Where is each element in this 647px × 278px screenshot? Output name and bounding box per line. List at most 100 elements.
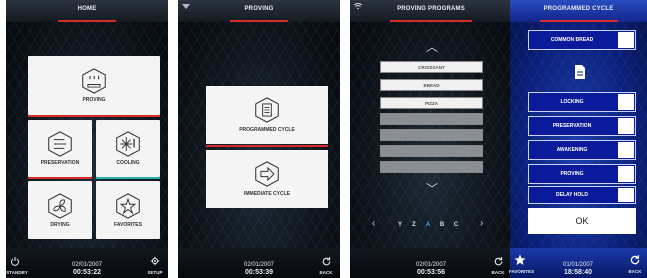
list-item[interactable]: BREAD xyxy=(380,79,483,91)
header-bar: PROGRAMMED CYCLE xyxy=(510,0,647,22)
wifi-icon xyxy=(353,3,363,10)
preservation-color-bar xyxy=(28,177,92,179)
program-name: COMMON BREAD xyxy=(550,37,594,43)
list-item[interactable]: PIZZA xyxy=(380,97,483,109)
phase-row-preservation[interactable]: PRESERVATION xyxy=(528,116,636,136)
star-icon[interactable] xyxy=(514,254,526,266)
document-icon xyxy=(575,65,585,79)
title-underline xyxy=(230,20,288,22)
back-icon[interactable] xyxy=(629,254,641,266)
phase-label: AWAKENING xyxy=(556,147,588,153)
screen-title: PROVING PROGRAMS xyxy=(397,6,465,12)
list-item-empty[interactable] xyxy=(380,129,483,141)
cooling-color-bar xyxy=(96,177,160,179)
date-text: 01/01/2007 xyxy=(562,262,594,268)
preservation-icon xyxy=(48,131,72,157)
screen-title: HOME xyxy=(77,6,97,12)
title-underline xyxy=(58,20,116,22)
time-text: 00:53:56 xyxy=(416,269,446,276)
tile-preservation[interactable]: PRESERVATION xyxy=(28,120,92,177)
time-text: 00:53:39 xyxy=(244,269,274,276)
phase-row-delay-hold[interactable]: DELAY HOLD xyxy=(528,186,636,204)
list-item[interactable]: CROISSANT xyxy=(380,61,483,73)
tile-drying-label: DRYING xyxy=(50,221,70,228)
home-screen: HOME PROVING PRESERVATION COOLING DRYING xyxy=(6,0,168,278)
programmed-cycle-label: PROGRAMMED CYCLE xyxy=(239,127,295,133)
fan-icon xyxy=(48,192,72,219)
time-text: 00:53:22 xyxy=(72,269,102,276)
star-icon xyxy=(116,192,140,219)
list-item-empty[interactable] xyxy=(380,161,483,173)
screen-title: PROVING xyxy=(244,6,274,12)
phase-row-awakening[interactable]: AWAKENING xyxy=(528,140,636,160)
programmed-cycle-button[interactable]: PROGRAMMED CYCLE xyxy=(206,86,328,144)
program-name: PIZZA xyxy=(425,100,438,106)
immediate-cycle-button[interactable]: IMMEDIATE CYCLE xyxy=(206,150,328,208)
back-icon[interactable] xyxy=(493,256,504,267)
wifi-icon xyxy=(182,4,190,9)
setup-label[interactable]: SETUP xyxy=(144,270,166,275)
datetime: 02/01/2007 00:53:22 xyxy=(62,262,112,276)
letter-button[interactable]: B xyxy=(436,222,448,228)
phase-row-locking[interactable]: LOCKING xyxy=(528,92,636,112)
date-text: 02/01/2007 xyxy=(243,262,275,268)
checkbox[interactable] xyxy=(618,188,634,202)
date-text: 02/01/2007 xyxy=(415,262,447,268)
program-name: CROISSANT xyxy=(418,64,445,70)
datetime: 02/01/2007 00:53:56 xyxy=(406,262,456,276)
datetime: 02/01/2007 00:53:39 xyxy=(234,262,284,276)
back-label[interactable]: BACK xyxy=(624,269,646,274)
screen-title: PROGRAMMED CYCLE xyxy=(543,6,614,12)
tile-drying[interactable]: DRYING xyxy=(28,181,92,239)
header-bar: PROVING xyxy=(178,0,340,22)
phase-label: PROVING xyxy=(560,171,584,177)
gear-icon[interactable] xyxy=(150,256,160,266)
tile-favorites-label: FAVORITES xyxy=(114,221,142,228)
snowflake-icon xyxy=(116,131,140,157)
tile-proving-label: PROVING xyxy=(82,97,106,103)
back-label[interactable]: BACK xyxy=(315,270,337,275)
time-text: 18:58:40 xyxy=(563,269,593,276)
tile-proving[interactable]: PROVING xyxy=(28,56,160,115)
back-label[interactable]: BACK xyxy=(487,270,509,275)
list-item-empty[interactable] xyxy=(380,113,483,125)
ok-button[interactable]: OK xyxy=(528,208,636,234)
checkbox[interactable] xyxy=(618,142,634,158)
checkbox[interactable] xyxy=(618,166,634,182)
scroll-up-icon[interactable]: ︿ xyxy=(426,38,438,55)
datetime: 01/01/2007 18:58:40 xyxy=(553,262,603,276)
checkbox[interactable] xyxy=(618,94,634,110)
immediate-cycle-label: IMMEDIATE CYCLE xyxy=(243,191,291,197)
letter-button[interactable]: Z xyxy=(408,222,420,228)
tile-cooling-label: COOLING xyxy=(116,160,140,166)
title-underline xyxy=(390,20,472,22)
proving-color-bar xyxy=(28,115,160,117)
phase-label: PRESERVATION xyxy=(552,123,592,129)
letter-button[interactable]: Y xyxy=(394,222,406,228)
phase-row-proving[interactable]: PROVING xyxy=(528,164,636,184)
scroll-down-icon[interactable]: ﹀ xyxy=(426,180,438,197)
chevron-right-icon[interactable]: › xyxy=(480,218,483,229)
chevron-left-icon[interactable]: ‹ xyxy=(372,218,375,229)
title-underline xyxy=(540,20,618,22)
checkbox[interactable] xyxy=(618,118,634,134)
favorites-label[interactable]: FAVORITES xyxy=(509,269,534,274)
letter-button-selected[interactable]: A xyxy=(422,222,434,228)
program-name: BREAD xyxy=(423,82,440,88)
tile-preservation-label: PRESERVATION xyxy=(40,160,80,166)
checklist-icon xyxy=(255,97,279,123)
standby-label[interactable]: STANDBY xyxy=(6,270,28,275)
list-item-empty[interactable] xyxy=(380,145,483,157)
back-icon[interactable] xyxy=(321,256,332,267)
header-bar: PROVING PROGRAMS xyxy=(350,0,512,22)
header-bar: HOME xyxy=(6,0,168,22)
proving-screen: PROVING PROGRAMMED CYCLE IMMEDIATE CYCLE… xyxy=(178,0,340,278)
tile-favorites[interactable]: FAVORITES xyxy=(96,181,160,239)
letter-button[interactable]: C xyxy=(450,222,462,228)
tile-cooling[interactable]: COOLING xyxy=(96,120,160,177)
checkbox[interactable] xyxy=(618,32,634,48)
power-icon[interactable] xyxy=(10,256,20,266)
date-text: 02/01/2007 xyxy=(71,262,103,268)
proving-icon xyxy=(82,68,106,94)
program-name-row[interactable]: COMMON BREAD xyxy=(528,30,636,50)
